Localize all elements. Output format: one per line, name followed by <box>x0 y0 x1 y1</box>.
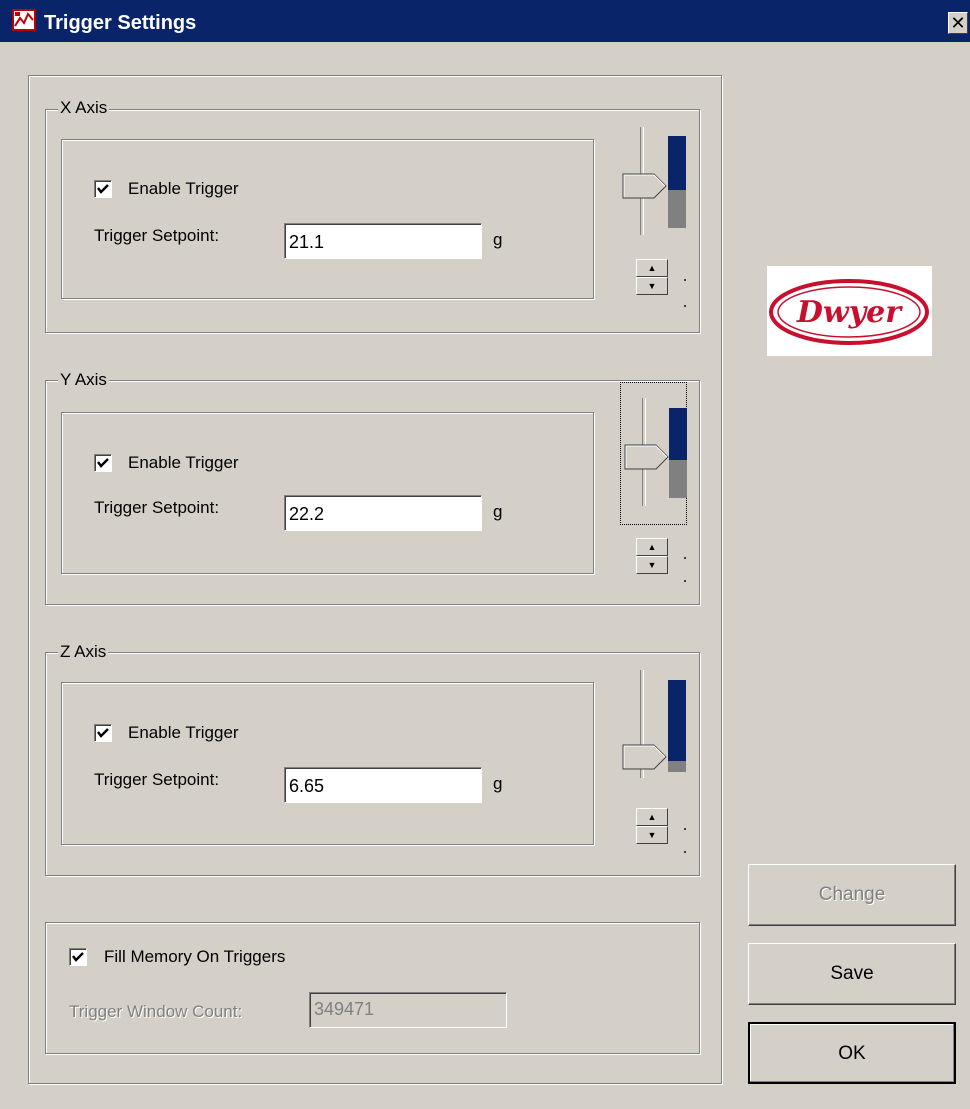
slider-thumb[interactable] <box>622 173 668 199</box>
app-icon <box>12 9 36 31</box>
memory-group <box>45 922 700 1054</box>
slider-thumb[interactable] <box>624 444 670 470</box>
tick-mark <box>684 580 686 582</box>
slider-thumb[interactable] <box>622 744 668 770</box>
z-axis-inner-frame <box>61 682 594 845</box>
spin-down-arrow-icon[interactable]: ▼ <box>636 556 668 574</box>
z-level-bar-fill <box>668 680 686 761</box>
change-button[interactable]: Change <box>748 864 956 926</box>
close-icon: ✕ <box>950 13 966 33</box>
x-level-bar-fill <box>668 136 686 190</box>
title-bar[interactable]: Trigger Settings ✕ <box>0 0 970 42</box>
tick-mark <box>684 851 686 853</box>
dwyer-logo: Dwyer <box>767 266 932 356</box>
spin-down-arrow-icon[interactable]: ▼ <box>636 826 668 844</box>
tick-mark <box>684 279 686 281</box>
z-spin-control[interactable]: ▲ ▼ <box>636 808 668 844</box>
change-button-label: Change <box>818 884 886 905</box>
y-axis-legend: Y Axis <box>58 370 109 390</box>
tick-mark <box>684 305 686 307</box>
x-unit-label: g <box>493 230 503 249</box>
fill-memory-checkbox[interactable] <box>69 948 87 966</box>
checkmark-icon <box>72 952 84 962</box>
window-title: Trigger Settings <box>44 12 197 34</box>
y-level-bar-empty <box>669 460 687 498</box>
z-unit-label: g <box>493 774 503 793</box>
trigger-window-count-label: Trigger Window Count: <box>69 1002 243 1021</box>
x-enable-trigger-checkbox[interactable] <box>94 180 112 198</box>
spin-up-arrow-icon[interactable]: ▲ <box>636 808 668 826</box>
y-trigger-slider[interactable] <box>624 396 670 508</box>
fill-memory-label: Fill Memory On Triggers <box>104 947 286 966</box>
y-level-bar-fill <box>669 408 687 460</box>
z-axis-legend: Z Axis <box>58 642 109 662</box>
z-level-bar-empty <box>668 761 686 772</box>
x-axis-legend: X Axis <box>58 98 110 118</box>
save-button-label: Save <box>830 963 874 984</box>
y-axis-inner-frame <box>61 412 594 574</box>
x-axis-inner-frame <box>61 139 594 299</box>
trigger-window-count-input[interactable]: 349471 <box>309 992 507 1028</box>
z-setpoint-input[interactable]: 6.65 <box>284 767 482 803</box>
spin-down-arrow-icon[interactable]: ▼ <box>636 277 668 295</box>
ok-button[interactable]: OK <box>748 1022 956 1084</box>
spin-up-arrow-icon[interactable]: ▲ <box>636 538 668 556</box>
x-setpoint-label: Trigger Setpoint: <box>94 226 220 245</box>
z-setpoint-label: Trigger Setpoint: <box>94 770 220 789</box>
z-enable-trigger-label: Enable Trigger <box>128 723 239 742</box>
x-setpoint-input[interactable]: 21.1 <box>284 223 482 259</box>
x-level-bar-empty <box>668 190 686 228</box>
z-enable-trigger-checkbox[interactable] <box>94 724 112 742</box>
y-setpoint-label: Trigger Setpoint: <box>94 498 220 517</box>
checkmark-icon <box>97 728 109 738</box>
close-button[interactable]: ✕ <box>948 12 968 34</box>
checkmark-icon <box>97 184 109 194</box>
x-enable-trigger-label: Enable Trigger <box>128 179 239 198</box>
z-trigger-slider[interactable] <box>622 668 668 780</box>
save-button[interactable]: Save <box>748 943 956 1005</box>
x-trigger-slider[interactable] <box>622 125 668 237</box>
x-spin-control[interactable]: ▲ ▼ <box>636 259 668 295</box>
y-enable-trigger-label: Enable Trigger <box>128 453 239 472</box>
y-setpoint-input[interactable]: 22.2 <box>284 495 482 531</box>
y-spin-control[interactable]: ▲ ▼ <box>636 538 668 574</box>
svg-text:Dwyer: Dwyer <box>796 295 903 330</box>
dwyer-logo-image: Dwyer <box>769 279 929 345</box>
ok-button-label: OK <box>838 1043 866 1064</box>
y-enable-trigger-checkbox[interactable] <box>94 454 112 472</box>
tick-mark <box>684 557 686 559</box>
y-unit-label: g <box>493 502 503 521</box>
spin-up-arrow-icon[interactable]: ▲ <box>636 259 668 277</box>
tick-mark <box>684 828 686 830</box>
checkmark-icon <box>97 458 109 468</box>
